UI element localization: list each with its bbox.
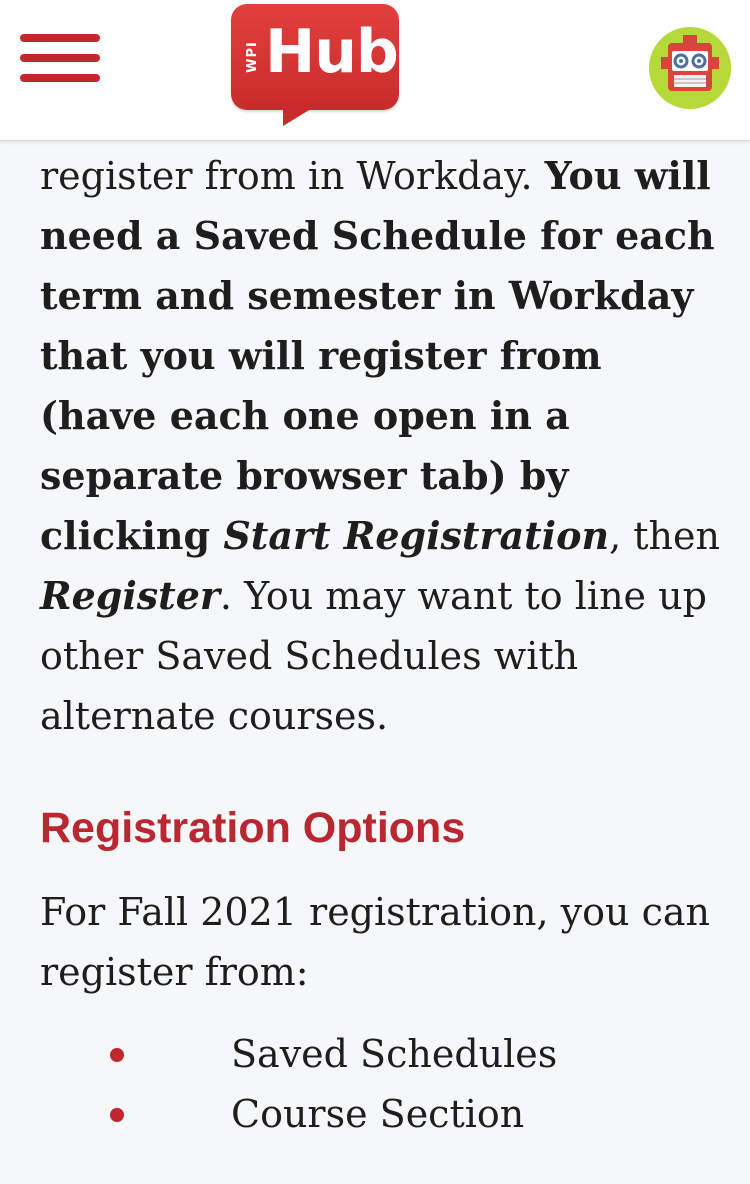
logo-hub-text: Hub (265, 17, 399, 87)
instruction-paragraph: register from in Workday. You will need … (40, 146, 720, 746)
logo-speech-tail (283, 104, 319, 126)
para1-start: register from in Workday. (40, 154, 545, 198)
list-item: Course Section (40, 1084, 720, 1144)
register-text: Register (40, 573, 220, 618)
para1-mid: , then (609, 514, 720, 558)
hamburger-menu-icon[interactable] (20, 34, 100, 84)
article-content: register from in Workday. You will need … (40, 146, 720, 1144)
list-item: Saved Schedules (40, 1024, 720, 1084)
options-paragraph: For Fall 2021 registration, you can regi… (40, 890, 710, 994)
bullet-icon (110, 1048, 124, 1062)
robot-avatar-icon[interactable] (649, 27, 731, 109)
bullet-icon (110, 1108, 124, 1122)
para1-period: . (219, 574, 232, 618)
registration-options-list: Saved Schedules Course Section (40, 1024, 720, 1144)
wpi-hub-logo[interactable]: WPI Hub (231, 4, 399, 128)
para1-bold: You will need a Saved Schedule for each … (40, 153, 715, 558)
section-heading: Registration Options (40, 804, 466, 852)
list-item-label: Saved Schedules (231, 1032, 558, 1076)
start-registration-text: Start Registration (223, 513, 610, 558)
list-item-label: Course Section (231, 1092, 525, 1136)
top-header: WPI Hub (0, 0, 750, 141)
